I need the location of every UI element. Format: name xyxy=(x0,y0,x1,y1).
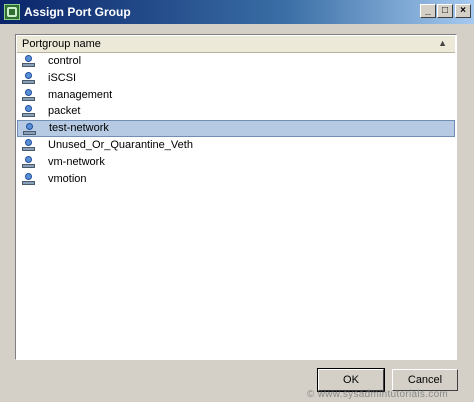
sort-ascending-icon: ▲ xyxy=(438,38,447,48)
portgroup-icon xyxy=(22,55,36,68)
assign-port-group-dialog: Assign Port Group _ □ × Portgroup name ▲… xyxy=(0,0,474,402)
portgroup-icon xyxy=(23,123,37,136)
watermark: © www.sysadmintutorials.com xyxy=(307,389,449,400)
list-item[interactable]: packet xyxy=(17,103,455,120)
list-item-label: vmotion xyxy=(48,172,87,185)
list-item-selected[interactable]: test-network xyxy=(17,120,455,137)
portgroup-icon xyxy=(22,155,36,169)
cancel-button[interactable]: Cancel xyxy=(392,369,458,391)
list-item-label: packet xyxy=(48,105,81,118)
list-item[interactable]: iSCSI xyxy=(17,70,455,87)
list-item-label: management xyxy=(48,88,113,101)
list-item-label: Unused_Or_Quarantine_Veth xyxy=(48,138,193,151)
list-item-label: vm-network xyxy=(48,155,105,168)
list-item[interactable]: Unused_Or_Quarantine_Veth xyxy=(17,137,455,154)
portgroup-icon xyxy=(22,172,36,186)
list-item-label: test-network xyxy=(49,122,109,135)
portgroup-icon xyxy=(22,138,36,152)
portgroup-rows: control iSCSI management packet test-net… xyxy=(17,53,455,187)
portgroup-icon xyxy=(22,71,36,85)
list-item[interactable]: vm-network xyxy=(17,154,455,171)
ok-button[interactable]: OK xyxy=(317,368,385,392)
close-button[interactable]: × xyxy=(455,4,471,18)
portgroup-icon xyxy=(22,88,36,102)
title-bar[interactable]: Assign Port Group _ □ × xyxy=(0,0,474,24)
maximize-button[interactable]: □ xyxy=(437,4,453,18)
portgroup-list[interactable]: Portgroup name ▲ control iSCSI managemen… xyxy=(15,34,457,360)
list-item-label: control xyxy=(48,55,82,67)
list-item[interactable]: management xyxy=(17,87,455,104)
minimize-button[interactable]: _ xyxy=(420,4,436,18)
list-item[interactable]: control xyxy=(17,53,455,70)
window-title: Assign Port Group xyxy=(24,5,131,19)
vsphere-app-icon xyxy=(4,4,20,20)
portgroup-icon xyxy=(22,105,36,118)
list-item[interactable]: vmotion xyxy=(17,171,455,188)
column-header-label: Portgroup name xyxy=(22,38,101,50)
list-item-label: iSCSI xyxy=(48,71,77,84)
column-header-portgroup-name[interactable]: Portgroup name ▲ xyxy=(17,36,455,53)
